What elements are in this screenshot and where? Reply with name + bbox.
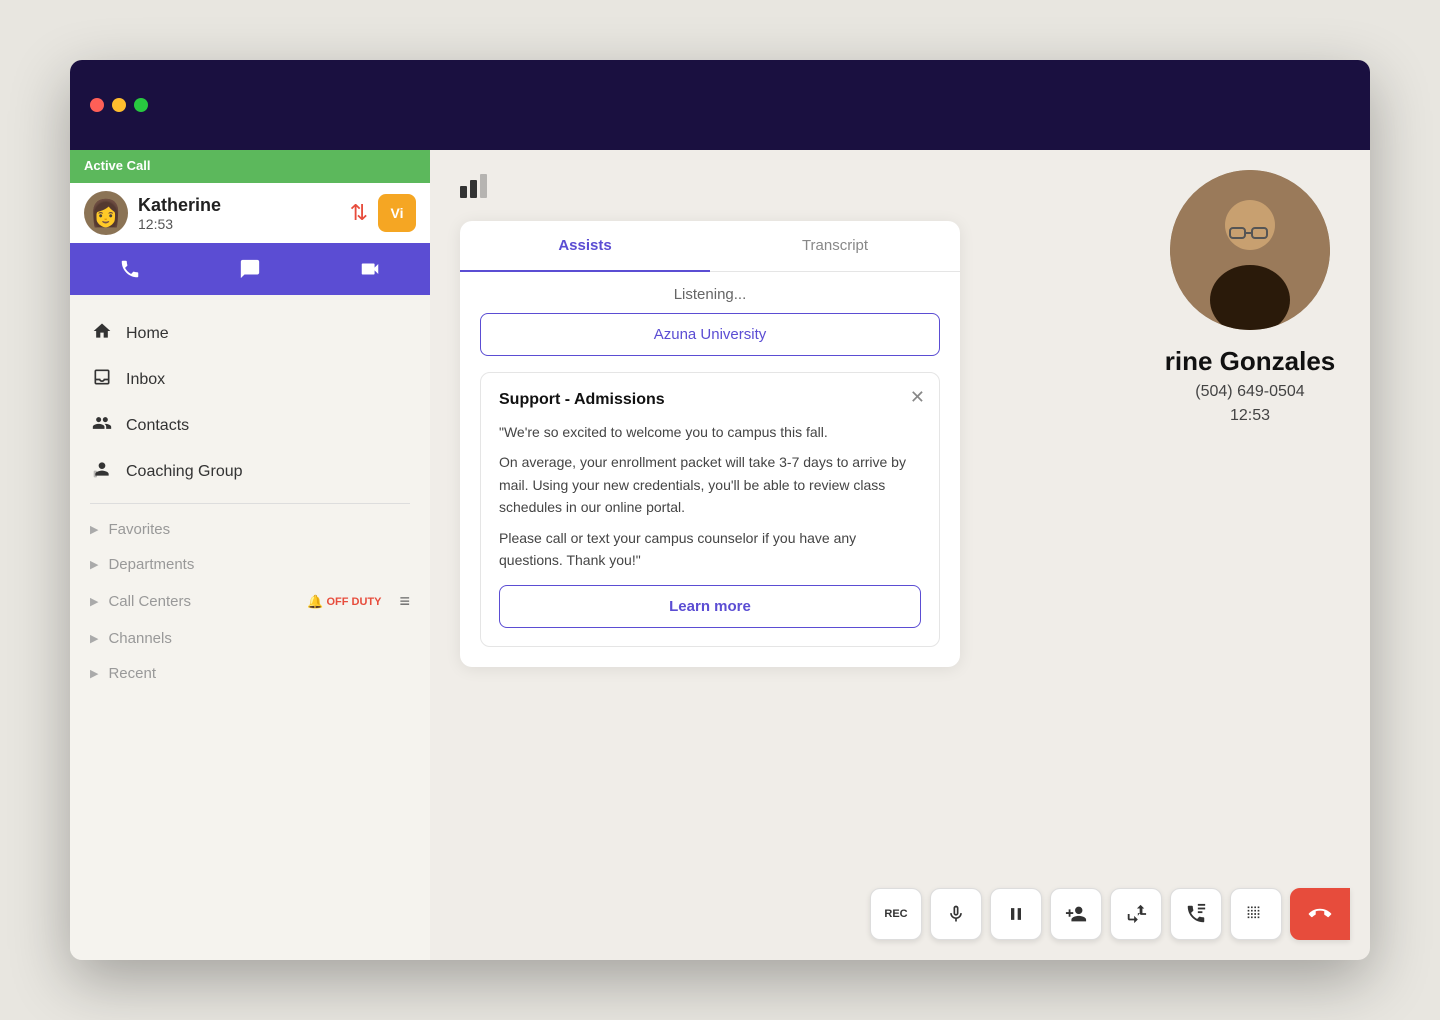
assists-panel: Assists Transcript Listening... Azuna Un… (460, 221, 960, 667)
home-icon (90, 321, 114, 347)
sidebar-item-channels-label: Channels (108, 630, 171, 647)
sidebar-item-home[interactable]: Home (70, 311, 430, 357)
channels-chevron: ▶ (90, 632, 98, 645)
tab-assists[interactable]: Assists (460, 221, 710, 272)
close-button[interactable] (90, 98, 104, 112)
video-button[interactable] (310, 243, 430, 295)
sidebar-item-departments-label: Departments (108, 556, 194, 573)
caller-info: 👩 Katherine 12:53 ⇅ Vi (70, 183, 430, 243)
contact-phone: (504) 649-0504 (1130, 383, 1370, 401)
bell-icon: 🔔 (307, 594, 323, 610)
nav-menu: Home Inbox Contacts (70, 295, 430, 707)
add-user-button[interactable] (1050, 888, 1102, 940)
call-actions (70, 243, 430, 295)
recent-chevron: ▶ (90, 667, 98, 680)
sidebar-item-contacts-label: Contacts (126, 417, 189, 435)
caller-avatar: 👩 (84, 191, 128, 235)
caller-time: 12:53 (138, 216, 221, 232)
rec-label: REC (884, 908, 907, 920)
sidebar-item-home-label: Home (126, 325, 169, 343)
tabs-row: Assists Transcript (460, 221, 960, 272)
sidebar-item-favorites-label: Favorites (108, 521, 170, 538)
sidebar-item-contacts[interactable]: Contacts (70, 403, 430, 449)
sidebar-item-call-centers[interactable]: ▶ Call Centers 🔔 OFF DUTY ≡ (70, 582, 430, 621)
contact-time: 12:53 (1130, 407, 1370, 425)
sidebar-item-recent[interactable]: ▶ Recent (70, 656, 430, 691)
sidebar-item-inbox[interactable]: Inbox (70, 357, 430, 403)
transfer-button[interactable] (1110, 888, 1162, 940)
caller-details: Katherine 12:53 (138, 195, 221, 232)
contact-panel: rine Gonzales (504) 649-0504 12:53 (1130, 170, 1370, 425)
vi-badge: Vi (378, 194, 416, 232)
close-support-card-button[interactable]: ✕ (910, 387, 925, 408)
hamburger-icon: ≡ (399, 591, 410, 612)
sidebar-item-call-centers-label: Call Centers (108, 593, 191, 610)
phone-button[interactable] (70, 243, 190, 295)
support-card: Support - Admissions ✕ "We're so excited… (480, 372, 940, 647)
nav-divider (90, 503, 410, 504)
app-window: Active Call 👩 Katherine 12:53 ⇅ Vi (70, 60, 1370, 960)
rec-button[interactable]: REC (870, 888, 922, 940)
caller-left: 👩 Katherine 12:53 (84, 191, 221, 235)
pause-button[interactable] (990, 888, 1042, 940)
app-body: Active Call 👩 Katherine 12:53 ⇅ Vi (70, 150, 1370, 960)
support-text-1: "We're so excited to welcome you to camp… (499, 421, 921, 443)
inbox-icon (90, 367, 114, 393)
maximize-button[interactable] (134, 98, 148, 112)
learn-more-button[interactable]: Learn more (499, 585, 921, 628)
caller-right: ⇅ Vi (350, 194, 416, 232)
bottom-toolbar: REC (870, 888, 1350, 940)
swap-icon[interactable]: ⇅ (350, 200, 368, 226)
traffic-lights (90, 98, 148, 112)
sidebar-item-inbox-label: Inbox (126, 371, 165, 389)
sidebar-item-favorites[interactable]: ▶ Favorites (70, 512, 430, 547)
support-text-3: Please call or text your campus counselo… (499, 527, 921, 572)
sidebar-item-channels[interactable]: ▶ Channels (70, 621, 430, 656)
main-content: Assists Transcript Listening... Azuna Un… (430, 150, 1370, 960)
off-duty-badge: 🔔 OFF DUTY (307, 594, 381, 610)
caller-name: Katherine (138, 195, 221, 216)
off-duty-text: OFF DUTY (326, 596, 381, 608)
sidebar-item-coaching-group-label: Coaching Group (126, 463, 243, 481)
titlebar (70, 60, 1370, 150)
keypad-button[interactable] (1230, 888, 1282, 940)
end-call-button[interactable] (1290, 888, 1350, 940)
call-centers-chevron: ▶ (90, 595, 98, 608)
contacts-icon (90, 413, 114, 439)
sidebar-item-coaching-group[interactable]: Coaching Group (70, 449, 430, 495)
listening-text: Listening... (460, 272, 960, 313)
mute-button[interactable] (930, 888, 982, 940)
chat-button[interactable] (190, 243, 310, 295)
active-call-banner: Active Call (70, 150, 430, 183)
minimize-button[interactable] (112, 98, 126, 112)
contact-name: rine Gonzales (1130, 346, 1370, 377)
support-card-title: Support - Admissions (499, 391, 921, 409)
departments-chevron: ▶ (90, 558, 98, 571)
tab-transcript[interactable]: Transcript (710, 221, 960, 271)
sidebar-item-recent-label: Recent (108, 665, 156, 682)
call-log-button[interactable] (1170, 888, 1222, 940)
coaching-group-icon (90, 459, 114, 485)
favorites-chevron: ▶ (90, 523, 98, 536)
active-call-label: Active Call (84, 158, 416, 173)
sidebar: Active Call 👩 Katherine 12:53 ⇅ Vi (70, 150, 430, 960)
sidebar-item-departments[interactable]: ▶ Departments (70, 547, 430, 582)
support-text-2: On average, your enrollment packet will … (499, 451, 921, 518)
contact-avatar (1170, 170, 1330, 330)
university-box[interactable]: Azuna University (480, 313, 940, 356)
